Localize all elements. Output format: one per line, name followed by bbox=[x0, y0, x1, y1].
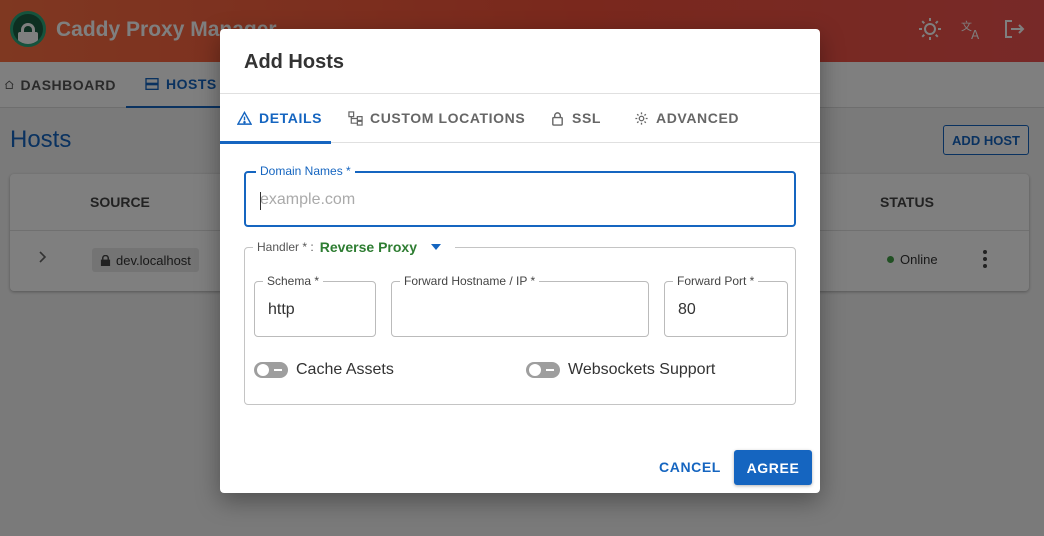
add-hosts-dialog: Add Hosts DETAILS CUSTOM LOCATIONS SSL A… bbox=[220, 29, 820, 493]
dropdown-arrow-icon[interactable] bbox=[431, 244, 441, 250]
text-cursor bbox=[260, 192, 261, 210]
forward-port-field[interactable]: Forward Port * 80 bbox=[664, 274, 788, 337]
websockets-switch[interactable] bbox=[526, 362, 560, 378]
forward-port-value: 80 bbox=[678, 301, 696, 318]
dialog-title: Add Hosts bbox=[244, 51, 344, 73]
tab-details[interactable]: DETAILS bbox=[237, 94, 322, 142]
warning-icon bbox=[237, 110, 252, 125]
schema-value: http bbox=[268, 301, 295, 318]
tab-advanced[interactable]: ADVANCED bbox=[634, 94, 739, 142]
handler-value: Reverse Proxy bbox=[319, 239, 417, 255]
domain-names-input[interactable] bbox=[258, 185, 778, 215]
handler-label: Handler * : bbox=[257, 240, 314, 254]
gear-icon bbox=[635, 111, 648, 125]
dialog-tabs: DETAILS CUSTOM LOCATIONS SSL ADVANCED bbox=[220, 93, 820, 144]
websockets-label: Websockets Support bbox=[568, 361, 716, 378]
cache-assets-switch[interactable] bbox=[254, 362, 288, 378]
handler-group: Handler * : Reverse Proxy Schema * http … bbox=[244, 239, 796, 405]
forward-hostname-label: Forward Hostname / IP * bbox=[400, 274, 540, 288]
cancel-button[interactable]: CANCEL bbox=[652, 449, 728, 485]
cache-assets-toggle[interactable]: Cache Assets bbox=[254, 361, 394, 379]
cache-assets-label: Cache Assets bbox=[296, 361, 394, 378]
forward-hostname-field[interactable]: Forward Hostname / IP * bbox=[391, 274, 649, 337]
sitemap-icon bbox=[348, 110, 363, 126]
websockets-toggle[interactable]: Websockets Support bbox=[526, 361, 715, 379]
schema-field[interactable]: Schema * http bbox=[254, 274, 376, 337]
agree-button[interactable]: AGREE bbox=[734, 450, 812, 485]
schema-label: Schema * bbox=[263, 274, 324, 288]
tab-ssl[interactable]: SSL bbox=[550, 94, 601, 142]
forward-port-label: Forward Port * bbox=[673, 274, 759, 288]
tab-custom-locations[interactable]: CUSTOM LOCATIONS bbox=[348, 94, 525, 142]
domain-names-field[interactable]: Domain Names * bbox=[244, 164, 796, 227]
domain-names-label: Domain Names * bbox=[256, 164, 355, 178]
active-tab-indicator bbox=[220, 141, 331, 144]
handler-select[interactable]: Handler * : Reverse Proxy bbox=[253, 239, 455, 255]
lock-icon bbox=[552, 111, 563, 126]
